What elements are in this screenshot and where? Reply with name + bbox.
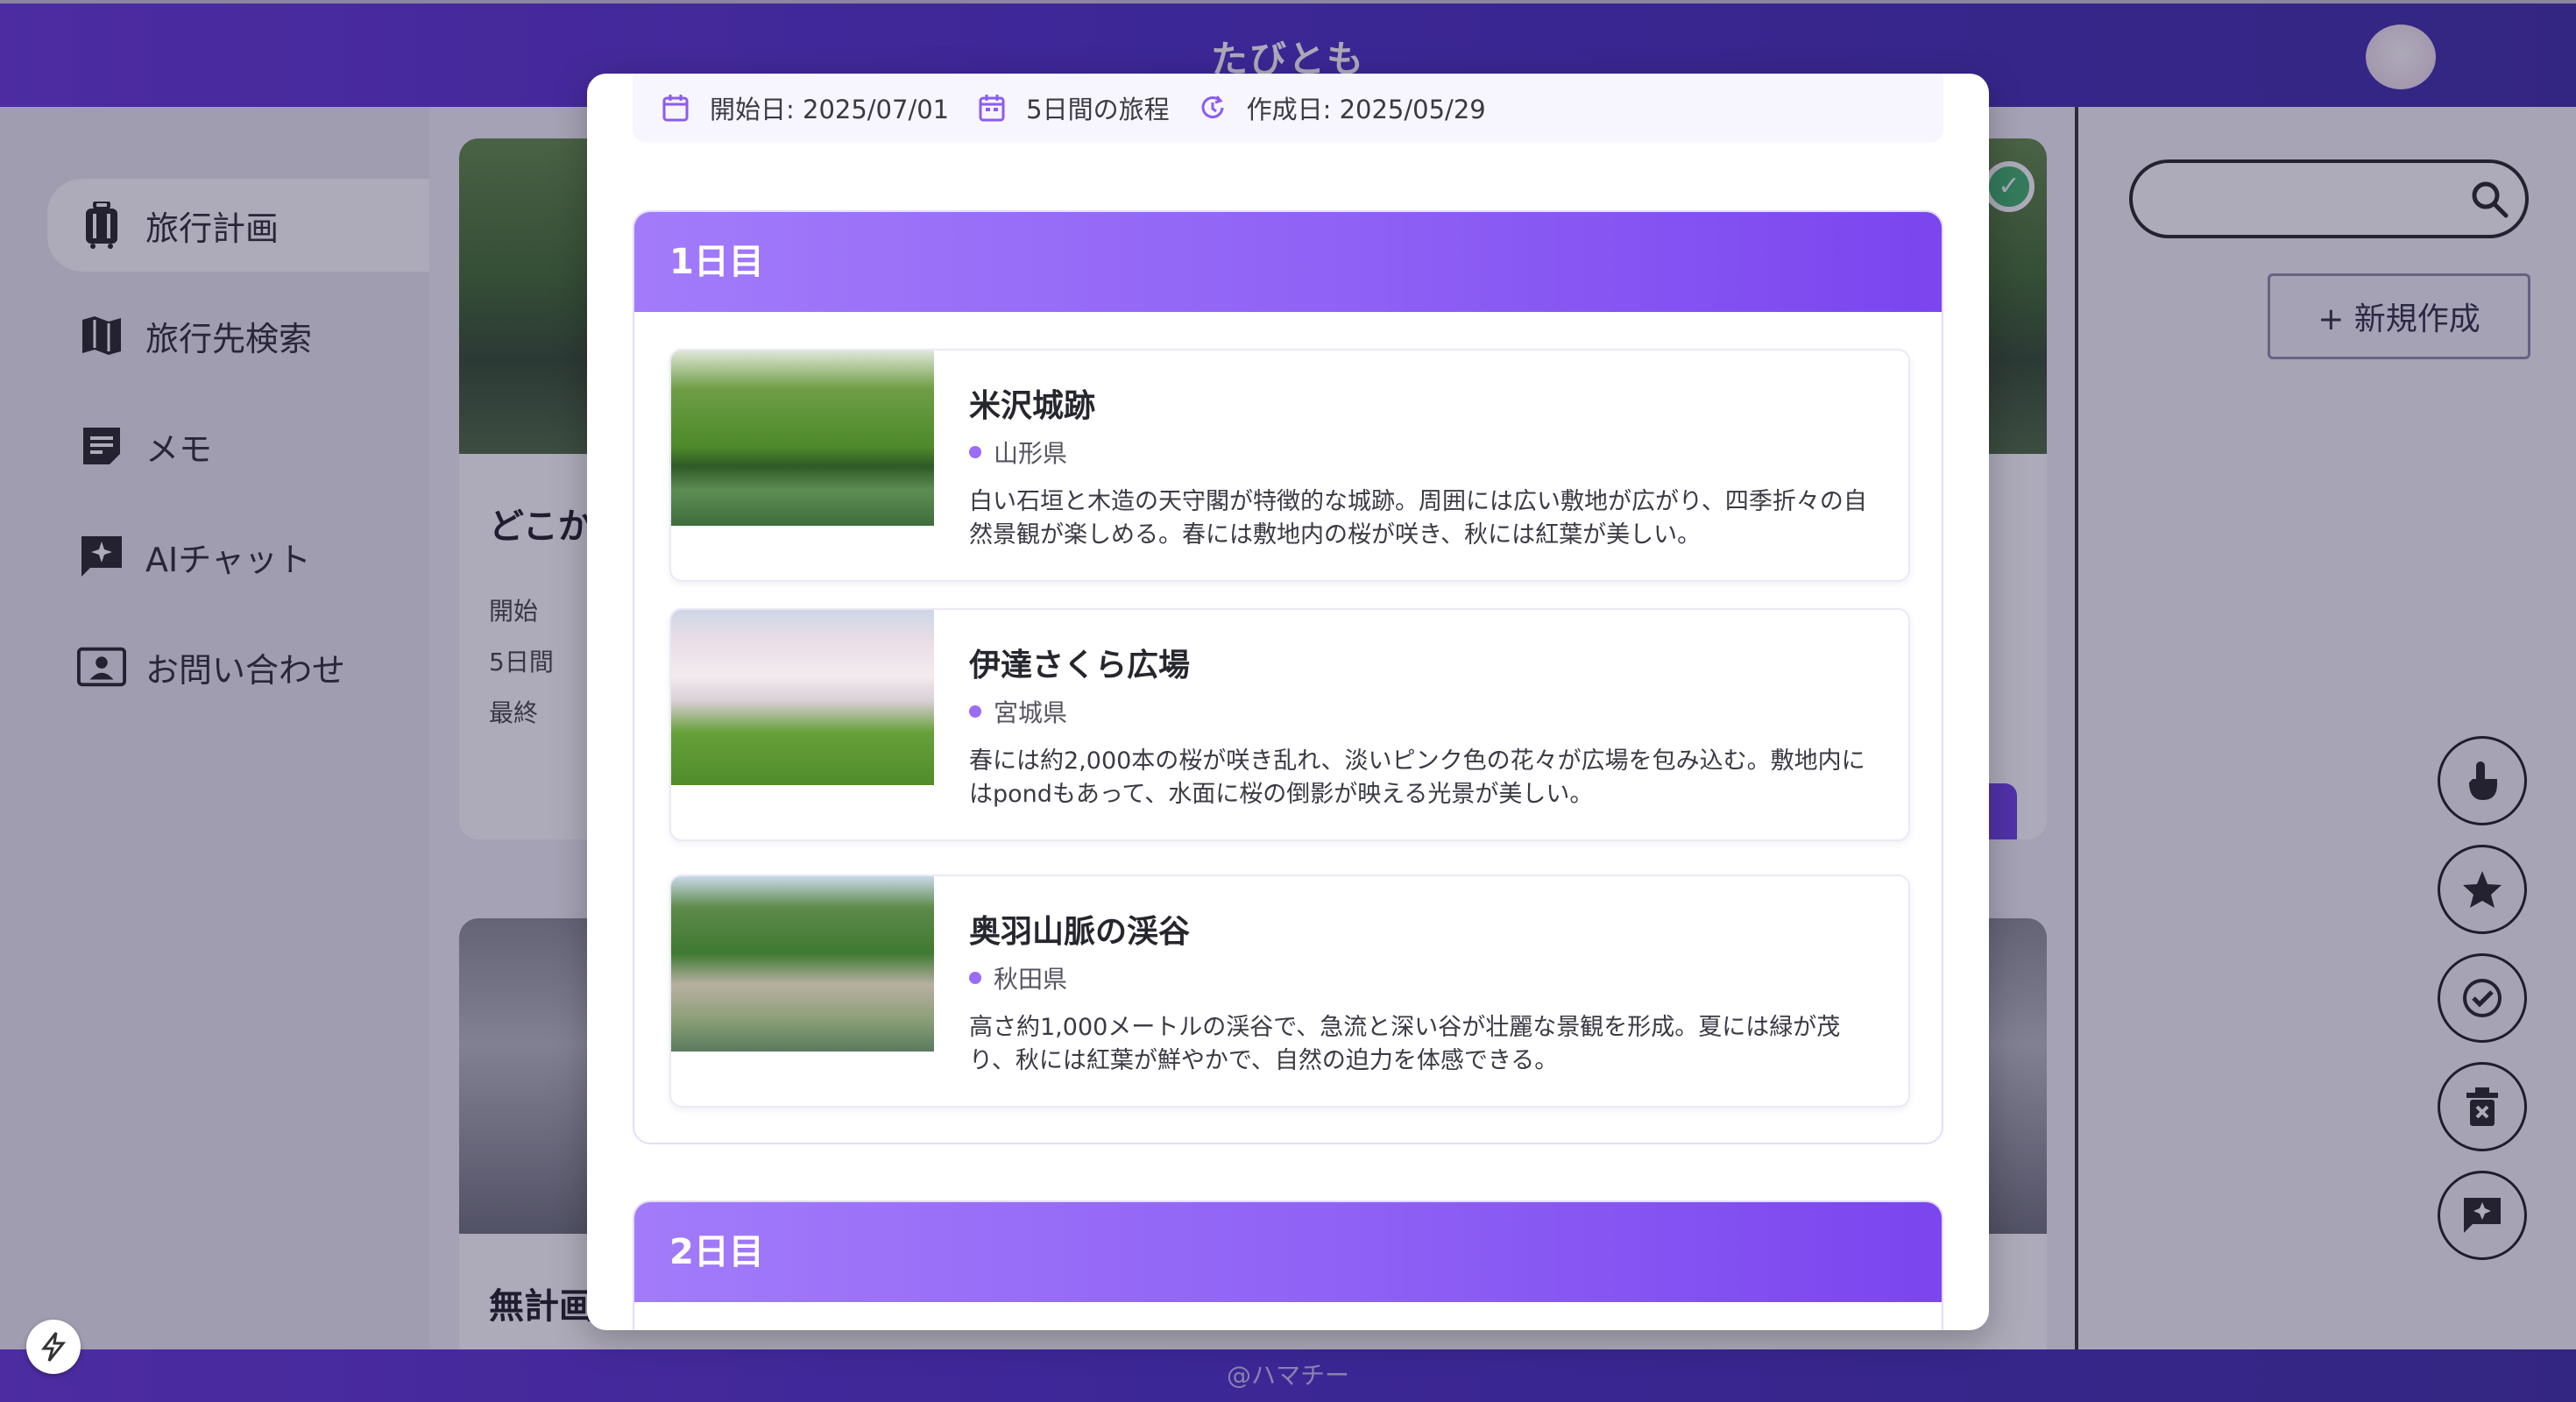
start-date-item: 開始日: 2025/07/01 [662,89,949,126]
trip-detail-modal: 開始日: 2025/07/01 5日間の旅程 作成日: 2025/05/29 1… [587,74,1989,1330]
day-header: 2日目 [634,1202,1942,1302]
duration-text: 5日間の旅程 [1026,95,1170,124]
created-date-item: 作成日: 2025/05/29 [1200,89,1486,126]
spot-card[interactable]: 伊達さくら広場 宮城県 春には約2,000本の桜が咲き乱れ、淡いピンク色の花々が… [669,608,1910,841]
prefecture-text: 山形県 [994,439,1068,468]
bullet-dot [969,446,981,458]
day-section: 2日目 [633,1200,1943,1330]
spot-name: 伊達さくら広場 [969,648,1191,683]
spot-prefecture: 秋田県 [969,960,1067,995]
spot-name: 奥羽山脈の渓谷 [969,914,1191,950]
spot-photo [671,876,934,1052]
lightning-icon [40,1332,67,1362]
spot-card[interactable]: 奥羽山脈の渓谷 秋田県 高さ約1,000メートルの渓谷で、急流と深い谷が壮麗な景… [669,874,1910,1108]
day-section: 1日目 米沢城跡 山形県 白い石垣と木造の天守閣が特徴的な城跡。周囲には広い敷地… [633,210,1943,1144]
created-date-text: 作成日: 2025/05/29 [1246,95,1486,124]
dev-tools-badge[interactable] [26,1320,81,1374]
duration-item: 5日間の旅程 [979,89,1170,126]
spot-prefecture: 宮城県 [969,694,1067,729]
spot-description: 白い石垣と木造の天守閣が特徴的な城跡。周囲には広い敷地が広がり、四季折々の自然景… [969,488,1867,549]
spot-photo [671,350,934,526]
spot-photo [671,610,934,785]
spot-name: 米沢城跡 [969,388,1096,424]
spot-prefecture: 山形県 [969,435,1067,470]
spot-card[interactable]: 米沢城跡 山形県 白い石垣と木造の天守閣が特徴的な城跡。周囲には広い敷地が広がり… [669,349,1910,582]
prefecture-text: 秋田県 [994,965,1068,994]
spot-description: 高さ約1,000メートルの渓谷で、急流と深い谷が壮麗な景観を形成。夏には緑が茂り… [969,1014,1841,1074]
bullet-dot [969,705,981,718]
prefecture-text: 宮城県 [994,698,1068,727]
start-date-text: 開始日: 2025/07/01 [710,95,950,124]
day-header: 1日目 [634,212,1942,312]
calendar-icon [979,95,1005,122]
spot-description: 春には約2,000本の桜が咲き乱れ、淡いピンク色の花々が広場を包み込む。敷地内に… [969,747,1865,808]
calendar-icon [662,95,689,122]
history-icon [1201,96,1224,118]
bullet-dot [969,972,981,984]
trip-info-bar: 開始日: 2025/07/01 5日間の旅程 作成日: 2025/05/29 [633,74,1943,142]
